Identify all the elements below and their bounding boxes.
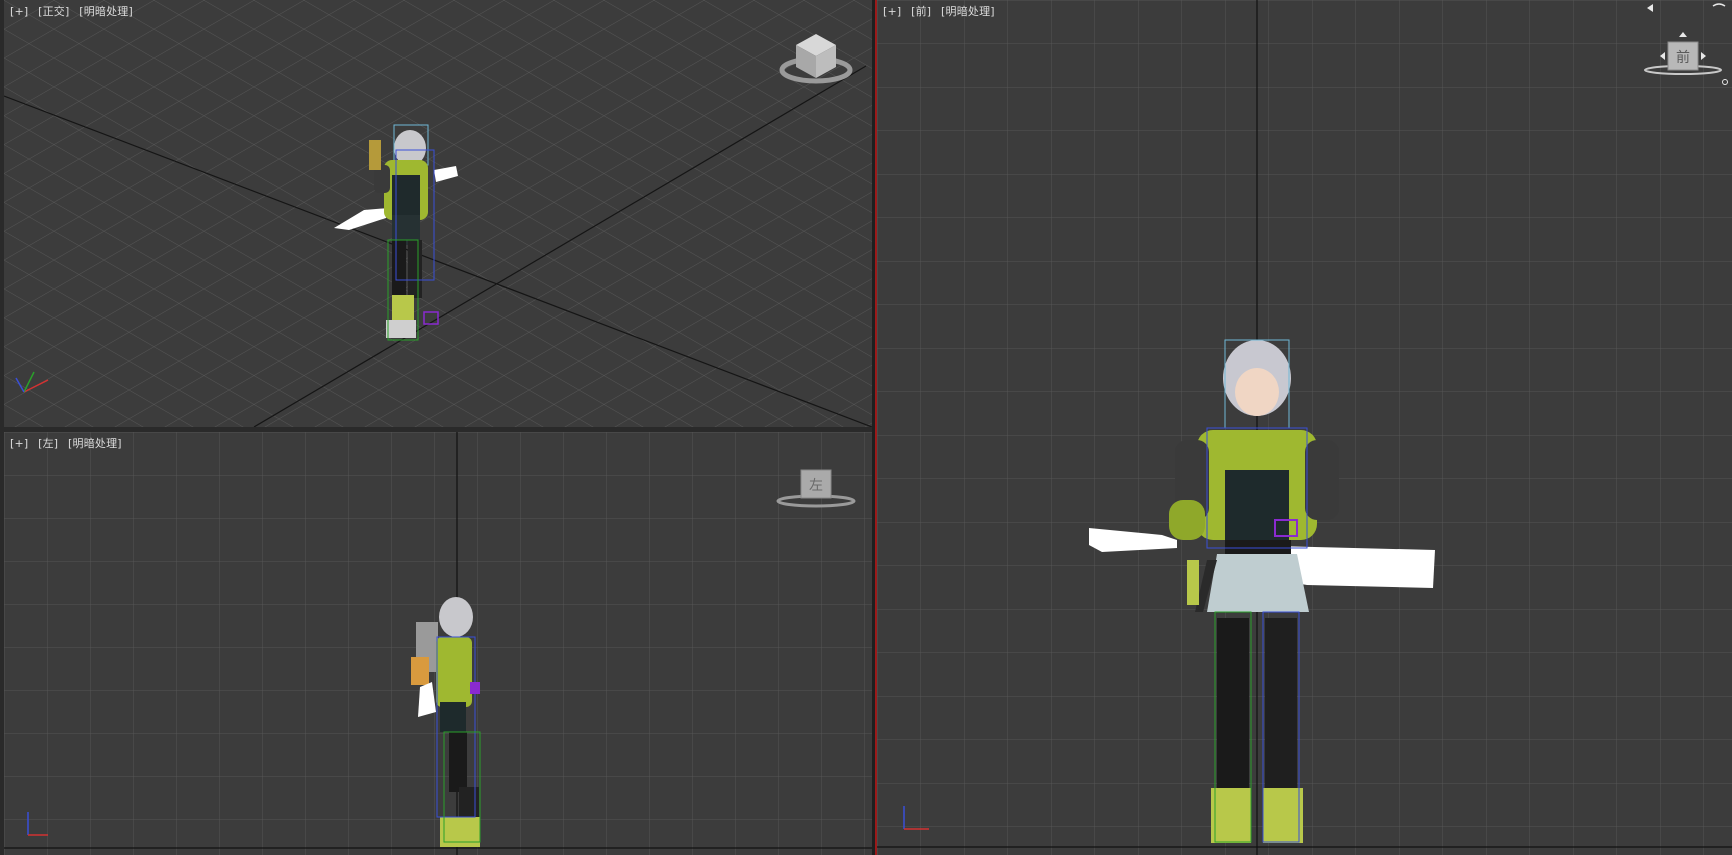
left-scene: 左 [4, 432, 872, 855]
orthographic-scene [4, 0, 872, 427]
view-type-menu[interactable]: [正交] [38, 5, 69, 18]
viewport-menu-button[interactable]: [+] [10, 5, 28, 18]
view-type-menu[interactable]: [左] [38, 437, 58, 450]
view-type-menu[interactable]: [前] [911, 5, 931, 18]
viewport-menu-button[interactable]: [+] [883, 5, 901, 18]
viewcube-face-label: 左 [809, 478, 823, 494]
shading-mode-menu[interactable]: [明暗处理] [941, 5, 995, 18]
shading-mode-menu[interactable]: [明暗处理] [68, 437, 122, 450]
front-scene: 前 [877, 0, 1732, 855]
viewport-front-label: [+] [前] [明暗处理] [883, 3, 1001, 19]
viewport-menu-button[interactable]: [+] [10, 437, 28, 450]
viewcube-face-label: 前 [1676, 49, 1690, 66]
viewport-left-label: [+] [左] [明暗处理] [10, 435, 128, 451]
viewport-orthographic[interactable]: [+] [正交] [明暗处理] [4, 0, 872, 427]
viewport-orthographic-label: [+] [正交] [明暗处理] [10, 3, 139, 19]
shading-mode-menu[interactable]: [明暗处理] [79, 5, 133, 18]
viewport-front[interactable]: 前 [+] [前] [明暗处理] [877, 0, 1732, 855]
viewport-left[interactable]: 左 [+] [左] [明暗处理] [4, 432, 872, 855]
